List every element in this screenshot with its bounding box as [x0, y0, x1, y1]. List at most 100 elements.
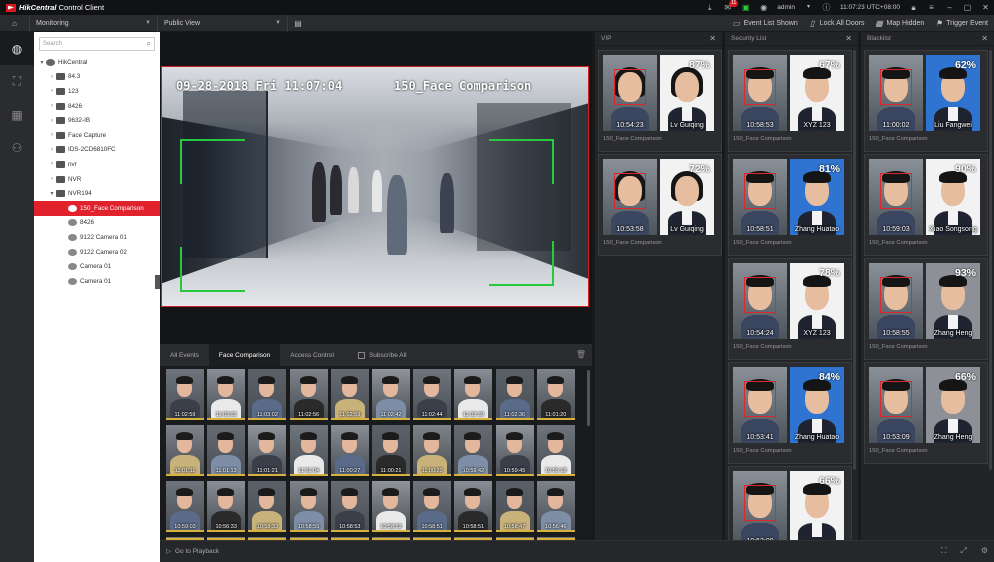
tree-node[interactable]: › 8426: [34, 99, 160, 114]
event-thumbnail[interactable]: 11:02:59: [330, 369, 369, 420]
expand-icon[interactable]: ›: [48, 103, 56, 109]
event-thumbnail[interactable]: 11:01:11: [166, 425, 204, 476]
expand-icon[interactable]: ›: [48, 147, 56, 153]
settings-icon[interactable]: ⚙: [981, 546, 988, 556]
tree-node[interactable]: › 9632-IB: [34, 113, 160, 128]
event-thumbnail[interactable]: 10:58:51: [413, 481, 452, 532]
fullscreen-icon[interactable]: ⤢: [960, 546, 966, 556]
match-card[interactable]: 10:58:55 93% Zhang Heng 150_Face Comparison: [864, 258, 988, 360]
trash-icon[interactable]: 🗑︎: [576, 350, 586, 359]
event-thumbnail[interactable]: 10:59:42: [454, 425, 493, 476]
collapse-icon[interactable]: ▾: [38, 59, 46, 66]
tree-root[interactable]: ▾ HikCentral: [34, 55, 160, 70]
close-icon[interactable]: ✕: [981, 34, 988, 43]
map-toggle[interactable]: ▦ Map Hidden: [874, 19, 924, 28]
match-card[interactable]: 11:00:02 62% Liu Fangwei 150_Face Compariso…: [864, 50, 988, 152]
event-thumbnail[interactable]: 10:58:53: [372, 481, 410, 532]
nav-layout[interactable]: ▦: [0, 98, 34, 131]
match-card[interactable]: 10:54:24 78% XYZ 123 150_Face Comparison: [728, 258, 852, 360]
subscribe-all-checkbox[interactable]: Subscribe All: [357, 351, 407, 359]
camera-item[interactable]: Camera 01: [34, 259, 160, 274]
event-thumbnail[interactable]: 11:00:27: [330, 425, 369, 476]
close-icon[interactable]: ✕: [709, 34, 716, 43]
tab-face-comparison[interactable]: Face Comparison: [208, 344, 281, 366]
event-thumbnail[interactable]: 10:58:55: [289, 481, 328, 532]
match-card[interactable]: 10:58:51 81% Zhang Huatao 150_Face Comparis…: [728, 154, 852, 256]
download-icon[interactable]: ⤓: [705, 3, 714, 12]
tree-node[interactable]: › NVR: [34, 172, 160, 187]
tree-node[interactable]: ▾ NVR194: [34, 186, 160, 201]
panel-scrollbar[interactable]: [853, 50, 856, 470]
event-thumbnail[interactable]: 11:02:44: [413, 369, 452, 420]
tree-node[interactable]: › IDS-2CD6810FC: [34, 143, 160, 158]
panel-scrollbar[interactable]: [989, 50, 992, 470]
event-thumbnail[interactable]: 11:00:21: [372, 425, 410, 476]
camera-item[interactable]: 9122 Camera 01: [34, 230, 160, 245]
user-dropdown-icon[interactable]: ▾: [804, 3, 813, 12]
event-thumbnail[interactable]: 11:03:02: [207, 369, 246, 420]
trigger-event-button[interactable]: ⚑ Trigger Event: [934, 19, 988, 28]
grid-scrollbar[interactable]: [587, 370, 590, 426]
maximize-icon[interactable]: ▢: [963, 3, 972, 12]
expand-icon[interactable]: ›: [48, 176, 56, 182]
expand-icon[interactable]: ›: [48, 132, 56, 138]
match-card[interactable]: 10:54:23 87% Lv Guiqing 150_Face Comparison: [598, 50, 722, 152]
event-thumbnail[interactable]: 11:02:42: [372, 369, 410, 420]
tab-all-events[interactable]: All Events: [160, 344, 209, 366]
tree-node[interactable]: › nvr: [34, 157, 160, 172]
camera-item[interactable]: 9122 Camera 02: [34, 245, 160, 260]
event-thumbnail[interactable]: 11:03:02: [248, 369, 287, 420]
expand-icon[interactable]: ›: [48, 74, 56, 80]
search-input[interactable]: Search ⌕: [39, 37, 155, 51]
lock-icon[interactable]: 🔒︎: [909, 3, 918, 12]
nav-face[interactable]: ⛶: [0, 65, 34, 98]
nav-monitoring[interactable]: ◍: [0, 32, 34, 65]
event-thumbnail[interactable]: 11:01:04: [289, 425, 328, 476]
event-thumbnail[interactable]: 11:02:36: [495, 369, 534, 420]
event-thumbnail[interactable]: 10:58:51: [454, 481, 493, 532]
alarm-icon[interactable]: ▣: [741, 3, 750, 12]
event-thumbnail[interactable]: 10:59:18: [536, 425, 575, 476]
event-thumbnail[interactable]: 11:00:20: [413, 425, 452, 476]
camera-item[interactable]: 8426: [34, 216, 160, 231]
tab-access-control[interactable]: Access Control: [280, 344, 344, 366]
user-name[interactable]: admin: [777, 4, 795, 11]
save-view-button[interactable]: ▤: [288, 15, 308, 32]
event-thumbnail[interactable]: 11:02:59: [166, 369, 204, 420]
nav-person[interactable]: ⚇: [0, 131, 34, 164]
expand-icon[interactable]: ›: [48, 118, 56, 124]
view-selector[interactable]: Public View ▼: [158, 14, 288, 32]
info-icon[interactable]: ⓘ: [822, 3, 831, 12]
live-video[interactable]: 09-28-2018 Fri 11:07:04 150_Face Compari…: [161, 66, 589, 307]
camera-item[interactable]: 150_Face Comparison: [34, 200, 160, 216]
event-thumbnail[interactable]: 11:01:20: [536, 369, 575, 420]
expand-icon[interactable]: ›: [48, 161, 56, 167]
match-card[interactable]: 10:53:41 84% Zhang Huatao 150_Face Comparis…: [728, 362, 852, 464]
event-thumbnail[interactable]: 11:02:56: [289, 369, 328, 420]
collapse-icon[interactable]: ▾: [48, 190, 56, 197]
tree-node[interactable]: › Face Capture: [34, 128, 160, 143]
search-icon[interactable]: ⌕: [147, 39, 151, 49]
event-thumbnail[interactable]: 11:01:21: [248, 425, 287, 476]
match-card[interactable]: 10:53:09 66% Zhang Heng 150_Face Comparison: [864, 362, 988, 464]
capture-icon[interactable]: ⛶: [941, 546, 947, 556]
module-selector[interactable]: Monitoring ▼: [30, 14, 158, 32]
expand-icon[interactable]: ›: [48, 88, 56, 94]
home-button[interactable]: ⌂: [0, 14, 30, 32]
event-thumbnail[interactable]: 11:01:13: [207, 425, 246, 476]
match-card[interactable]: 10:58:53 67% XYZ 123 150_Face Comparison: [728, 50, 852, 152]
match-card[interactable]: 10:59:03 90% Xiao Songsong 150_Face Compari…: [864, 154, 988, 256]
event-thumbnail[interactable]: 10:58:33: [248, 481, 287, 532]
camera-item[interactable]: Camera 01: [34, 274, 160, 289]
event-thumbnail[interactable]: 10:56:46: [536, 481, 575, 532]
go-to-playback-link[interactable]: ▷ Go to Playback: [166, 547, 219, 556]
lock-all-doors-button[interactable]: ▯ Lock All Doors: [808, 19, 864, 28]
menu-icon[interactable]: ≡: [927, 3, 936, 12]
event-list-toggle[interactable]: ▭ Event List Shown: [732, 19, 797, 28]
event-thumbnail[interactable]: 10:58:47: [495, 481, 534, 532]
event-thumbnail[interactable]: 10:59:03: [166, 481, 204, 532]
minimize-icon[interactable]: –: [945, 3, 954, 12]
event-thumbnail[interactable]: 10:56:33: [207, 481, 246, 532]
event-thumbnail[interactable]: 10:59:45: [495, 425, 534, 476]
notification-icon[interactable]: ✉ 11: [723, 0, 739, 12]
